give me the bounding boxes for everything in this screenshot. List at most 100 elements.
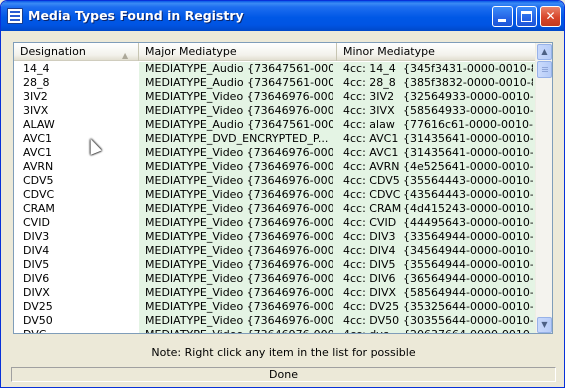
designation-cell: 14_4 — [23, 62, 50, 75]
table-row[interactable]: 28_8 MEDIATYPE_Audio {73647561-000... 4cc:… — [14, 76, 535, 90]
designation-cell: DIV6 — [23, 272, 50, 285]
minor-guid: {34564944-0000-0010-... — [403, 244, 533, 257]
scroll-thumb[interactable] — [537, 61, 552, 78]
minor-fourcc: 4cc: DV25 — [343, 300, 400, 313]
table-row[interactable]: 3IV2 MEDIATYPE_Video {73646976-000... 4cc:… — [14, 90, 535, 104]
designation-cell: DV50 — [23, 314, 53, 327]
minor-mediatype-cell: 4cc: 14_4 {345f3431-0000-0010-8... — [343, 62, 533, 76]
designation-cell: AVRN — [23, 160, 54, 173]
designation-cell: AVC1 — [23, 132, 53, 145]
minor-guid: {43564443-0000-0010-... — [403, 188, 533, 201]
minor-fourcc: 4cc: CDVC — [343, 188, 401, 201]
table-row[interactable]: DIV5 MEDIATYPE_Video {73646976-000... 4cc:… — [14, 258, 535, 272]
maximize-button[interactable] — [516, 6, 537, 27]
vertical-scrollbar[interactable]: ▲ ▼ — [535, 43, 552, 333]
table-row[interactable]: CRAM MEDIATYPE_Video {73646976-000... 4cc:… — [14, 202, 535, 216]
minor-mediatype-cell: 4cc: DIVX {58564944-0000-0010-... — [343, 286, 533, 300]
minor-fourcc: 4cc: DIV6 — [343, 272, 396, 285]
minor-guid: {58564933-0000-0010-... — [403, 104, 533, 117]
designation-cell: CDV5 — [23, 174, 54, 187]
major-mediatype-cell: MEDIATYPE_Video {73646976-000... — [145, 104, 333, 117]
scroll-up-button[interactable]: ▲ — [537, 44, 552, 60]
major-mediatype-cell: MEDIATYPE_Video {73646976-000... — [145, 258, 333, 271]
major-mediatype-cell: MEDIATYPE_DVD_ENCRYPTED_P... — [145, 132, 329, 145]
designation-cell: DIV4 — [23, 244, 50, 257]
minor-guid: {44495643-0000-0010-... — [403, 216, 533, 229]
grip-line — [542, 71, 548, 72]
table-row[interactable]: DVC MEDIATYPE_Video {73646976-000... 4cc: … — [14, 328, 535, 333]
designation-cell: DIV3 — [23, 230, 50, 243]
minor-fourcc: 4cc: dvc — [343, 328, 403, 333]
designation-cell: DIVX — [23, 286, 50, 299]
title-bar[interactable]: Media Types Found in Registry ✕ — [1, 1, 564, 31]
column-header-minor[interactable]: Minor Mediatype — [337, 43, 535, 61]
window-title: Media Types Found in Registry — [28, 8, 244, 23]
designation-cell: CRAM — [23, 202, 55, 215]
minor-guid: {385f3832-0000-0010-8... — [403, 76, 533, 89]
minor-mediatype-cell: 4cc: DIV6 {36564944-0000-0010-... — [343, 272, 533, 286]
table-row[interactable]: DIV6 MEDIATYPE_Video {73646976-000... 4cc:… — [14, 272, 535, 286]
minor-guid: {35564443-0000-0010-... — [403, 174, 533, 187]
minor-fourcc: 4cc: CRAM — [343, 202, 402, 215]
table-row[interactable]: CVID MEDIATYPE_Video {73646976-000... 4cc:… — [14, 216, 535, 230]
major-mediatype-cell: MEDIATYPE_Video {73646976-000... — [145, 328, 333, 333]
table-row[interactable]: DV50 MEDIATYPE_Video {73646976-000... 4cc:… — [14, 314, 535, 328]
column-header-designation[interactable]: Designation ▲ — [14, 43, 139, 61]
table-row[interactable]: AVRN MEDIATYPE_Video {73646976-000... 4cc:… — [14, 160, 535, 174]
minor-mediatype-cell: 4cc: DIV4 {34564944-0000-0010-... — [343, 244, 533, 258]
minor-guid: {32564933-0000-0010-8... — [403, 90, 533, 103]
major-mediatype-cell: MEDIATYPE_Video {73646976-000... — [145, 244, 333, 257]
minor-mediatype-cell: 4cc: DIV3 {33564944-0000-0010-... — [343, 230, 533, 244]
list-header: Designation ▲ Major Mediatype Minor Medi… — [14, 43, 535, 61]
table-row[interactable]: CDVC MEDIATYPE_Video {73646976-000... 4cc:… — [14, 188, 535, 202]
arrow-up-icon: ▲ — [541, 47, 548, 56]
designation-cell: CVID — [23, 216, 50, 229]
column-header-label: Major Mediatype — [145, 45, 237, 58]
designation-cell: AVC1 — [23, 146, 53, 159]
minor-mediatype-cell: 4cc: AVC1 {31435641-0000-0010-... — [343, 132, 533, 146]
table-row[interactable]: ALAW MEDIATYPE_Audio {73647561-000... 4cc:… — [14, 118, 535, 132]
table-row[interactable]: DV25 MEDIATYPE_Video {73646976-000... 4cc:… — [14, 300, 535, 314]
minor-mediatype-cell: 4cc: DIV5 {35564944-0000-0010-... — [343, 258, 533, 272]
major-mediatype-cell: MEDIATYPE_Video {73646976-000... — [145, 216, 333, 229]
minimize-button[interactable] — [492, 6, 513, 27]
minor-fourcc: 4cc: 3IV2 — [343, 90, 395, 103]
minor-mediatype-cell: 4cc: CVID {44495643-0000-0010-... — [343, 216, 533, 230]
sort-ascending-icon: ▲ — [122, 51, 129, 60]
minor-guid: {36564944-0000-0010-... — [403, 272, 533, 285]
minor-guid: {35564944-0000-0010-... — [403, 258, 533, 271]
major-mediatype-cell: MEDIATYPE_Video {73646976-000... — [145, 286, 333, 299]
minor-fourcc: 4cc: CDV5 — [343, 174, 400, 187]
status-text: Done — [269, 368, 298, 381]
major-mediatype-cell: MEDIATYPE_Audio {73647561-000... — [145, 118, 333, 131]
main-window: Media Types Found in Registry ✕ Designat… — [0, 0, 565, 388]
minor-fourcc: 4cc: 28_8 — [343, 76, 396, 89]
minor-guid: {31435641-0000-0010-... — [403, 146, 533, 159]
minor-guid: {35325644-0000-0010-... — [403, 300, 533, 313]
major-mediatype-cell: MEDIATYPE_Video {73646976-000... — [145, 202, 333, 215]
close-button[interactable]: ✕ — [540, 6, 561, 27]
table-row[interactable]: CDV5 MEDIATYPE_Video {73646976-000... 4cc:… — [14, 174, 535, 188]
minor-guid: {30355644-0000-0010-... — [403, 314, 533, 327]
media-types-list[interactable]: Designation ▲ Major Mediatype Minor Medi… — [13, 42, 553, 334]
minor-guid: {58564944-0000-0010-... — [403, 286, 533, 299]
table-row[interactable]: 14_4 MEDIATYPE_Audio {73647561-000... 4cc:… — [14, 62, 535, 76]
column-header-label: Designation — [20, 45, 86, 58]
major-mediatype-cell: MEDIATYPE_Audio {73647561-000... — [145, 76, 333, 89]
arrow-down-icon: ▼ — [541, 320, 548, 329]
column-header-major[interactable]: Major Mediatype — [139, 43, 337, 61]
major-mediatype-cell: MEDIATYPE_Video {73646976-000... — [145, 300, 333, 313]
table-row[interactable]: 3IVX MEDIATYPE_Video {73646976-000... 4cc:… — [14, 104, 535, 118]
minor-guid: {4d415243-0000-0010-... — [403, 202, 533, 215]
minimize-icon — [498, 19, 506, 22]
table-row[interactable]: DIVX MEDIATYPE_Video {73646976-000... 4cc:… — [14, 286, 535, 300]
table-row[interactable]: DIV4 MEDIATYPE_Video {73646976-000... 4cc:… — [14, 244, 535, 258]
major-mediatype-cell: MEDIATYPE_Video {73646976-000... — [145, 174, 333, 187]
minor-fourcc: 4cc: alaw — [343, 118, 395, 131]
minor-fourcc: 4cc: 3IVX — [343, 104, 395, 117]
minor-fourcc: 4cc: DIV5 — [343, 258, 396, 271]
minor-fourcc: 4cc: AVC1 — [343, 132, 399, 145]
designation-cell: 3IVX — [23, 104, 49, 117]
table-row[interactable]: DIV3 MEDIATYPE_Video {73646976-000... 4cc:… — [14, 230, 535, 244]
scroll-down-button[interactable]: ▼ — [537, 317, 552, 333]
